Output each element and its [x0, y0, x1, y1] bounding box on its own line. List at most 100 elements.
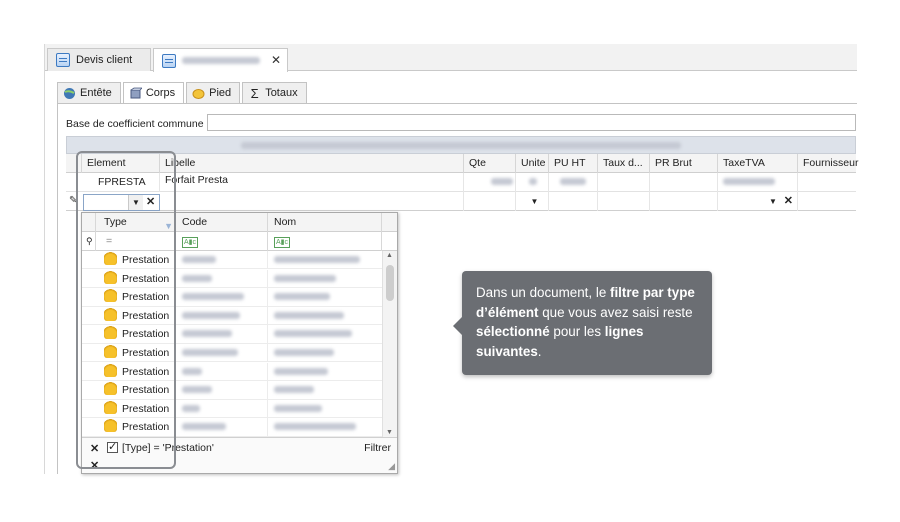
- item-nom[interactable]: [268, 344, 382, 362]
- col-libelle[interactable]: Libelle: [160, 154, 464, 173]
- vertical-scrollbar[interactable]: ▲ ▼: [382, 251, 397, 437]
- col-unite[interactable]: Unite: [516, 154, 549, 173]
- filter-nom-input[interactable]: A▮c: [268, 232, 382, 251]
- item-type: Prestation: [122, 291, 170, 304]
- popup-col-type[interactable]: Type: [104, 216, 127, 228]
- table-row-new[interactable]: ✎ ▼ ▼ ✕: [66, 192, 856, 211]
- list-item[interactable]: Prestation: [82, 269, 382, 288]
- doc-tab-current[interactable]: ✕: [153, 48, 288, 72]
- contains-icon: A▮c: [274, 237, 291, 248]
- tab-label: Entête: [80, 87, 112, 99]
- list-item[interactable]: Prestation: [82, 251, 382, 270]
- col-qte[interactable]: Qte: [464, 154, 516, 173]
- item-nom[interactable]: [268, 381, 382, 399]
- list-item[interactable]: Prestation: [82, 325, 382, 344]
- tab-label: Totaux: [265, 87, 298, 99]
- item-code[interactable]: [176, 344, 268, 362]
- section-tabs: Entête Corps Pied Σ Totaux: [57, 82, 309, 103]
- tab-pied[interactable]: Pied: [186, 82, 241, 103]
- item-code[interactable]: [176, 269, 268, 288]
- hand-icon: [104, 252, 117, 265]
- table-row[interactable]: FPRESTA Forfait Presta: [66, 173, 856, 192]
- hand-icon: [104, 345, 117, 358]
- item-code[interactable]: [176, 251, 268, 269]
- tab-corps[interactable]: Corps: [122, 82, 185, 103]
- item-nom[interactable]: [268, 418, 382, 436]
- popup-filter-row: ⚲ = A▮c A▮c: [82, 232, 397, 251]
- list-item[interactable]: Prestation: [82, 418, 382, 437]
- item-nom[interactable]: [268, 363, 382, 381]
- list-item[interactable]: Prestation: [82, 344, 382, 363]
- cube-icon: [129, 87, 142, 100]
- popup-header: Type ▼ Code Nom: [82, 213, 397, 232]
- close-icon[interactable]: ✕: [271, 53, 281, 67]
- col-taxe-tva[interactable]: TaxeTVA: [718, 154, 798, 173]
- tab-label: Corps: [145, 87, 176, 99]
- cell-element[interactable]: FPRESTA: [82, 173, 160, 192]
- item-nom[interactable]: [268, 251, 382, 269]
- chevron-down-icon[interactable]: ▼: [531, 197, 539, 206]
- doc-tab-devis-client[interactable]: Devis client: [47, 48, 151, 71]
- scrollbar-thumb[interactable]: [386, 265, 394, 301]
- list-item[interactable]: Prestation: [82, 381, 382, 400]
- filter-type-input[interactable]: =: [96, 232, 176, 251]
- col-pu-ht[interactable]: PU HT: [549, 154, 598, 173]
- lines-grid: Element Libelle Qte Unite PU HT Taux d..…: [66, 136, 858, 214]
- item-nom[interactable]: [268, 307, 382, 325]
- col-taux[interactable]: Taux d...: [598, 154, 650, 173]
- item-code[interactable]: [176, 381, 268, 400]
- filter-expression: [Type] = 'Prestation': [122, 442, 214, 454]
- list-item[interactable]: Prestation: [82, 288, 382, 307]
- item-code[interactable]: [176, 325, 268, 344]
- item-type: Prestation: [122, 309, 170, 322]
- item-type: Prestation: [122, 365, 170, 378]
- close-icon[interactable]: ✕: [90, 459, 99, 472]
- grid-caption-redacted: [66, 136, 856, 154]
- list-item[interactable]: Prestation: [82, 399, 382, 419]
- contains-icon: A▮c: [182, 237, 199, 248]
- col-pr-brut[interactable]: PR Brut: [650, 154, 718, 173]
- hand-icon: [104, 270, 117, 284]
- clear-icon[interactable]: ✕: [784, 195, 793, 207]
- scroll-down-icon[interactable]: ▼: [386, 429, 393, 436]
- popup-col-nom[interactable]: Nom: [268, 213, 382, 232]
- item-nom[interactable]: [268, 325, 382, 343]
- chevron-down-icon[interactable]: ▼: [128, 195, 143, 210]
- hand-icon: [104, 363, 117, 377]
- coefficient-label: Base de coefficient commune :: [66, 118, 210, 130]
- resize-grip-icon[interactable]: ◢: [388, 461, 395, 472]
- filter-code-input[interactable]: A▮c: [176, 232, 268, 251]
- item-code[interactable]: [176, 418, 268, 437]
- filter-button[interactable]: Filtrer: [364, 442, 391, 454]
- item-nom[interactable]: [268, 288, 382, 306]
- item-nom[interactable]: [268, 270, 382, 288]
- pencil-icon: ✎: [69, 195, 78, 206]
- item-code[interactable]: [176, 399, 268, 418]
- globe-icon: [63, 87, 76, 100]
- cell-libelle[interactable]: Forfait Presta: [160, 173, 464, 192]
- item-code[interactable]: [176, 288, 268, 307]
- hand-icon: [104, 419, 117, 433]
- smiley-icon: [192, 87, 205, 100]
- list-item[interactable]: Prestation: [82, 306, 382, 326]
- item-code[interactable]: [176, 306, 268, 325]
- scroll-up-icon[interactable]: ▲: [386, 252, 393, 259]
- clear-icon[interactable]: ✕: [146, 195, 155, 208]
- list-item[interactable]: Prestation: [82, 362, 382, 381]
- item-nom[interactable]: [268, 400, 382, 418]
- popup-col-code[interactable]: Code: [176, 213, 268, 232]
- col-element[interactable]: Element: [82, 154, 160, 173]
- document-icon: [162, 53, 176, 68]
- filter-enabled-checkbox[interactable]: [107, 440, 118, 453]
- clear-filter-icon[interactable]: ✕: [90, 442, 99, 455]
- chevron-down-icon[interactable]: ▼: [769, 197, 777, 206]
- tab-entete[interactable]: Entête: [57, 82, 121, 103]
- tab-totaux[interactable]: Σ Totaux: [242, 82, 307, 103]
- item-code[interactable]: [176, 362, 268, 381]
- hand-icon: [104, 289, 117, 303]
- document-tabs: Devis client ✕: [45, 44, 857, 72]
- col-fournisseur[interactable]: Fournisseur: [798, 154, 858, 173]
- coefficient-input[interactable]: [207, 114, 856, 131]
- item-type: Prestation: [122, 347, 170, 359]
- hand-icon: [104, 382, 117, 396]
